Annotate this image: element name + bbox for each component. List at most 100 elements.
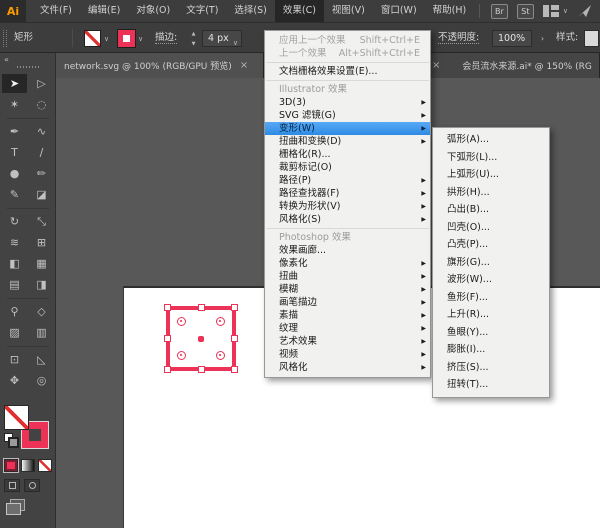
center-point[interactable]: [198, 335, 204, 342]
gradient-button[interactable]: [21, 459, 35, 472]
menu-item-svg-filters[interactable]: SVG 滤镜(G) ▶: [265, 109, 430, 122]
stepper-up-icon[interactable]: ▲: [192, 31, 196, 37]
tab-network-svg[interactable]: network.svg @ 100% (RGB/GPU 预览) ×: [56, 53, 264, 78]
selected-rectangle[interactable]: [164, 304, 238, 373]
selection-handle[interactable]: [231, 304, 238, 311]
menubar-item-object[interactable]: 对象(O): [128, 0, 178, 22]
tool-line-segment[interactable]: ∕: [28, 142, 55, 163]
chevron-down-icon[interactable]: ∨: [104, 35, 109, 43]
chevron-down-icon[interactable]: ∨: [233, 36, 238, 51]
tool-pen[interactable]: ✒: [1, 121, 28, 142]
selection-handle[interactable]: [164, 335, 171, 342]
none-button[interactable]: [38, 459, 52, 472]
tool-hand[interactable]: ✥: [1, 370, 28, 391]
menu-item-warp[interactable]: 变形(W) ▶: [265, 122, 430, 135]
share-rocket-icon[interactable]: [577, 4, 592, 18]
tool-eraser[interactable]: ◪: [28, 184, 55, 205]
draw-normal-button[interactable]: [4, 479, 20, 492]
menubar-item-help[interactable]: 帮助(H): [425, 0, 475, 22]
tool-pencil[interactable]: ✎: [1, 184, 28, 205]
menu-item-distort[interactable]: 扭曲 ▶: [265, 270, 430, 283]
menu-item-sketch[interactable]: 素描 ▶: [265, 309, 430, 322]
tool-perspective-grid[interactable]: ▦: [28, 253, 55, 274]
stock-button[interactable]: St: [516, 3, 534, 19]
menubar-item-view[interactable]: 视图(V): [324, 0, 373, 22]
panel-grip[interactable]: [3, 30, 7, 47]
menu-item-bulge[interactable]: 凸出(B)...: [433, 201, 549, 219]
tool-selection[interactable]: ➤: [2, 74, 27, 93]
menu-item-wave[interactable]: 波形(W)...: [433, 271, 549, 289]
stepper-down-icon[interactable]: ▼: [192, 41, 196, 47]
menu-item-stylize[interactable]: 风格化(S) ▶: [265, 213, 430, 226]
tool-ellipse[interactable]: ●: [1, 163, 28, 184]
menubar-item-type[interactable]: 文字(T): [178, 0, 226, 22]
selection-handle[interactable]: [164, 366, 171, 373]
chevron-down-icon[interactable]: ∨: [138, 35, 143, 43]
draw-behind-button[interactable]: [24, 479, 40, 492]
menubar-item-effect[interactable]: 效果(C): [274, 0, 324, 22]
stroke-color-control[interactable]: ∨: [117, 29, 143, 48]
menu-item-effect-gallery[interactable]: 效果画廊...: [265, 244, 430, 257]
tool-eyedropper[interactable]: ⚲: [1, 301, 28, 322]
menubar-item-file[interactable]: 文件(F): [32, 0, 80, 22]
graphic-style-swatch[interactable]: [584, 30, 599, 47]
menu-item-twist[interactable]: 扭转(T)...: [433, 376, 549, 394]
menu-item-arc-lower[interactable]: 下弧形(L)...: [433, 149, 549, 167]
menu-item-3d[interactable]: 3D(3) ▶: [265, 96, 430, 109]
collapse-panel-button[interactable]: «: [4, 55, 9, 64]
screen-mode-button[interactable]: [6, 499, 25, 515]
menu-item-shell-lower[interactable]: 凹壳(O)...: [433, 219, 549, 237]
menubar-item-window[interactable]: 窗口(W): [373, 0, 425, 22]
tool-direct-selection[interactable]: ▷: [28, 73, 55, 94]
tool-shape-builder[interactable]: ◧: [1, 253, 28, 274]
menu-item-fish[interactable]: 鱼形(F)...: [433, 289, 549, 307]
fill-none-swatch[interactable]: [84, 30, 101, 47]
menu-item-brush-strokes[interactable]: 画笔描边 ▶: [265, 296, 430, 309]
tool-paintbrush[interactable]: ✏: [28, 163, 55, 184]
corner-radius-widget[interactable]: [177, 317, 186, 326]
tool-blend[interactable]: ◇: [28, 301, 55, 322]
menu-item-path[interactable]: 路径(P) ▶: [265, 174, 430, 187]
selection-handle[interactable]: [197, 304, 205, 311]
menu-item-pathfinder[interactable]: 路径查找器(F) ▶: [265, 187, 430, 200]
close-icon[interactable]: ×: [432, 60, 440, 71]
menu-item-distort-and-transform[interactable]: 扭曲和变换(D) ▶: [265, 135, 430, 148]
stroke-weight-field[interactable]: 4 px ∨: [202, 30, 242, 47]
tool-magic-wand[interactable]: ✶: [1, 94, 28, 115]
workspace-switcher[interactable]: ∨: [542, 5, 568, 17]
corner-radius-widget[interactable]: [216, 351, 225, 360]
color-button[interactable]: [3, 458, 19, 473]
menu-item-shell-upper[interactable]: 凸壳(P)...: [433, 236, 549, 254]
tool-free-transform[interactable]: ⊞: [28, 232, 55, 253]
menu-item-rise[interactable]: 上升(R)...: [433, 306, 549, 324]
tool-column-graph[interactable]: ▥: [28, 322, 55, 343]
tool-symbol-sprayer[interactable]: ▨: [1, 322, 28, 343]
selection-handle[interactable]: [231, 335, 238, 342]
menubar-item-select[interactable]: 选择(S): [226, 0, 274, 22]
tool-scale[interactable]: ⤡: [28, 211, 55, 232]
menu-item-document-raster-effects-settings[interactable]: 文档栅格效果设置(E)...: [265, 65, 430, 78]
default-fill-stroke-button[interactable]: [4, 433, 19, 448]
opacity-panel-link[interactable]: 不透明度:: [438, 23, 480, 52]
menu-item-inflate[interactable]: 膨胀(I)...: [433, 341, 549, 359]
tool-mesh[interactable]: ▤: [1, 274, 28, 295]
selection-handle[interactable]: [164, 304, 171, 311]
close-icon[interactable]: ×: [240, 60, 248, 71]
opacity-field[interactable]: 100%: [492, 30, 532, 47]
menubar-item-edit[interactable]: 编辑(E): [80, 0, 128, 22]
menu-item-fisheye[interactable]: 鱼眼(Y)...: [433, 324, 549, 342]
menu-item-artistic[interactable]: 艺术效果 ▶: [265, 335, 430, 348]
tool-rotate[interactable]: ↻: [1, 211, 28, 232]
menu-item-flag[interactable]: 旗形(G)...: [433, 254, 549, 272]
tool-zoom[interactable]: ◎: [28, 370, 55, 391]
tool-slice[interactable]: ◺: [28, 349, 55, 370]
tool-gradient[interactable]: ◨: [28, 274, 55, 295]
menu-item-rasterize[interactable]: 栅格化(R)...: [265, 148, 430, 161]
stroke-panel-link[interactable]: 描边:: [155, 23, 178, 52]
tool-width[interactable]: ≋: [1, 232, 28, 253]
opacity-expand-button[interactable]: ›: [536, 30, 549, 47]
corner-radius-widget[interactable]: [216, 317, 225, 326]
menu-item-video[interactable]: 视频 ▶: [265, 348, 430, 361]
tool-lasso[interactable]: ◌: [28, 94, 55, 115]
fill-color-control[interactable]: ∨: [84, 30, 109, 47]
